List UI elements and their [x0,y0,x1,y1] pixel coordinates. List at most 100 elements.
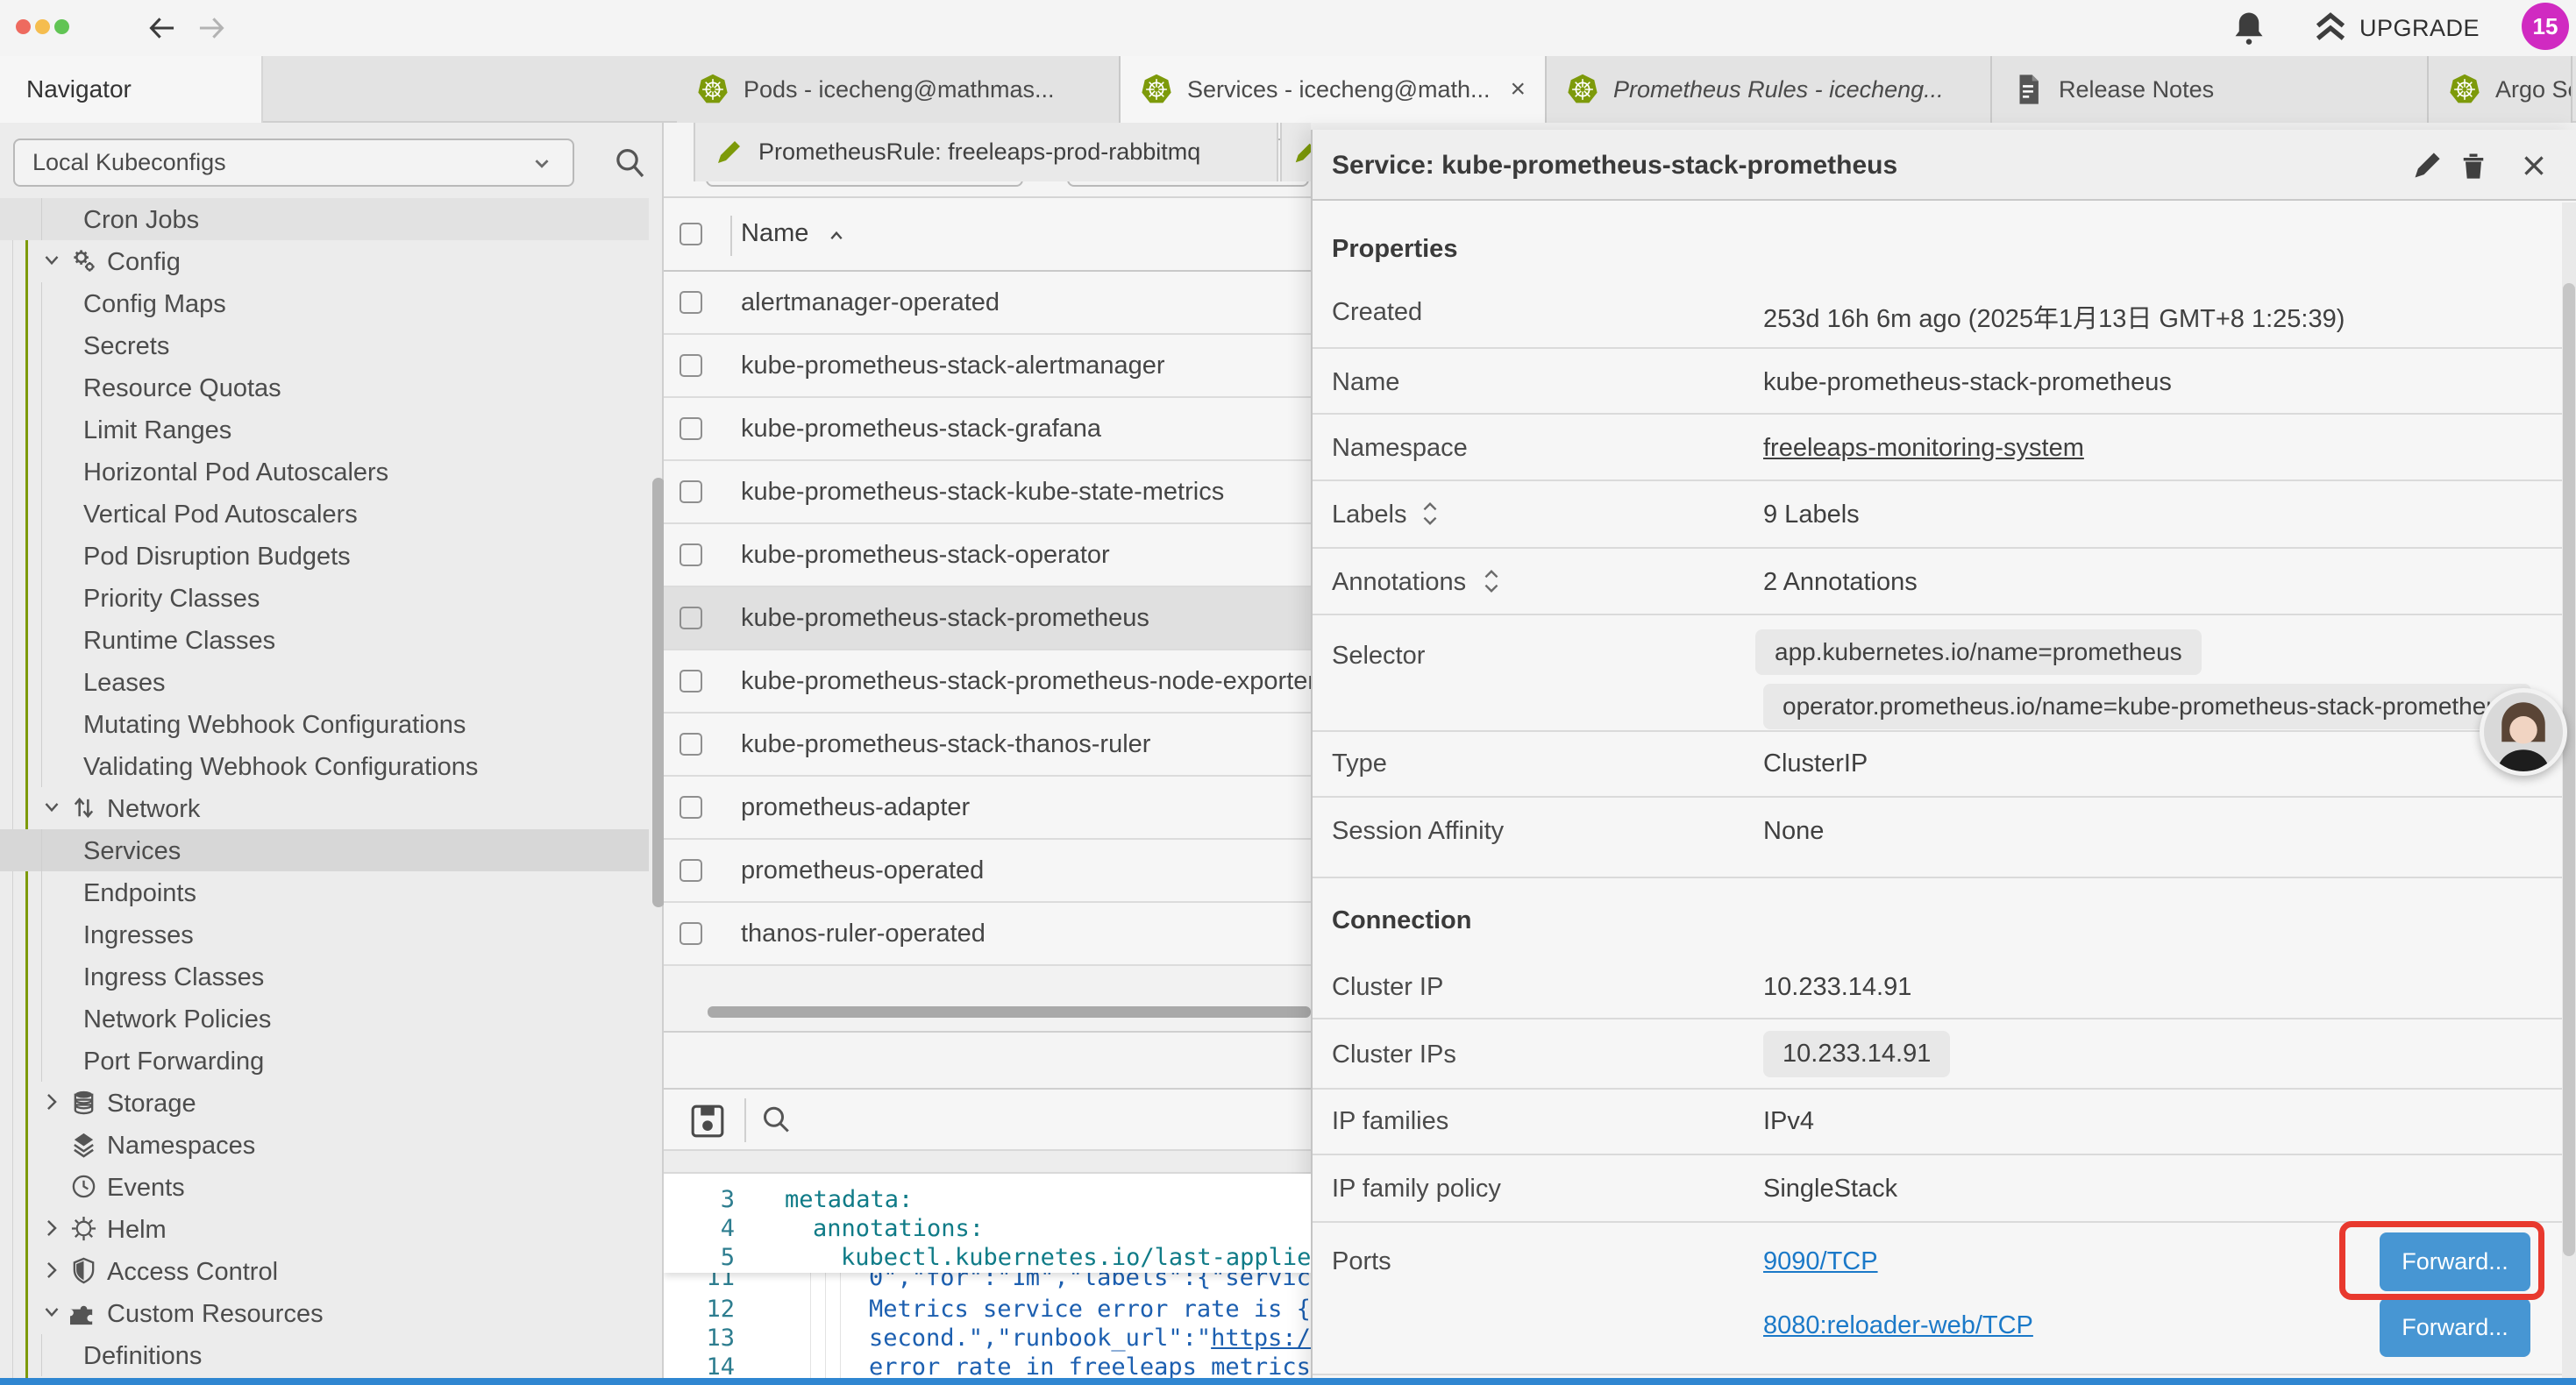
row-checkbox[interactable] [680,480,702,503]
name-column-header[interactable]: Name [741,219,808,248]
save-icon[interactable] [688,1102,727,1140]
sidebar-item-leases[interactable]: Leases [0,661,649,703]
sidebar-item-secrets[interactable]: Secrets [0,324,649,366]
sidebar-item-helm[interactable]: Helm [0,1208,649,1250]
sidebar-item-port-forwarding[interactable]: Port Forwarding [0,1040,649,1082]
namespace-link[interactable]: freeleaps-monitoring-system [1763,434,2084,463]
runbook-url-link[interactable]: https://net [1211,1325,1311,1352]
drawer-scrollbar-thumb[interactable] [2563,283,2575,1256]
sidebar-item-events[interactable]: Events [0,1166,649,1208]
tree-indent-guide [41,619,42,661]
sidebar-item-definitions[interactable]: Definitions [0,1334,649,1376]
sidebar-item-vertical-pod-autoscalers[interactable]: Vertical Pod Autoscalers [0,493,649,535]
forward-arrow-icon[interactable] [195,11,228,45]
table-row[interactable]: prometheus-adapter [664,777,1311,840]
tab-pods[interactable]: Pods - icecheng@mathmas... [677,56,1121,123]
row-checkbox[interactable] [680,733,702,756]
table-row[interactable]: kube-prometheus-stack-prometheus [664,587,1311,650]
table-row[interactable]: kube-prometheus-stack-operator [664,524,1311,587]
chevron-right-icon[interactable] [40,1259,63,1282]
sidebar-item-ingress-classes[interactable]: Ingress Classes [0,955,649,998]
chevron-right-icon[interactable] [40,1217,63,1239]
port-link[interactable]: 9090/TCP [1763,1247,1878,1276]
sidebar-item-resource-quotas[interactable]: Resource Quotas [0,366,649,408]
notification-badge[interactable]: 15 [2522,3,2569,50]
sidebar-item-label: Config Maps [83,290,226,319]
chevron-down-icon[interactable] [40,1301,63,1324]
table-row[interactable]: kube-prometheus-stack-thanos-ruler [664,714,1311,777]
row-checkbox[interactable] [680,670,702,692]
forward-button[interactable]: Forward... [2380,1298,2530,1357]
table-row[interactable]: thanos-ruler-operated [664,903,1311,966]
select-all-checkbox[interactable] [680,223,702,245]
sort-updown-icon[interactable] [1420,501,1441,527]
tab-services[interactable]: Services - icecheng@math...× [1121,56,1547,123]
sidebar-item-network[interactable]: Network [0,787,649,829]
sidebar-item-namespaces[interactable]: Namespaces [0,1124,649,1166]
sidebar-item-runtime-classes[interactable]: Runtime Classes [0,619,649,661]
row-checkbox[interactable] [680,922,702,945]
table-row[interactable]: kube-prometheus-stack-grafana [664,398,1311,461]
sidebar-item-config-maps[interactable]: Config Maps [0,282,649,324]
chevron-down-icon[interactable] [40,249,63,272]
sidebar-item-limit-ranges[interactable]: Limit Ranges [0,408,649,451]
search-icon[interactable] [758,1103,793,1138]
sidebar-item-priority-classes[interactable]: Priority Classes [0,577,649,619]
trash-icon[interactable] [2455,147,2492,184]
sidebar-item-network-policies[interactable]: Network Policies [0,998,649,1040]
row-checkbox[interactable] [680,417,702,440]
editor-tab-next[interactable] [1280,123,1311,181]
close-icon[interactable] [2516,147,2552,184]
sidebar-item-mutating-webhook-configurations[interactable]: Mutating Webhook Configurations [0,703,649,745]
labels-count[interactable]: 9 Labels [1763,501,1860,529]
chevron-down-icon[interactable] [40,796,63,819]
row-checkbox[interactable] [680,543,702,566]
tab-prometheus[interactable]: Prometheus Rules - icecheng... [1547,56,1992,123]
tab-argo[interactable]: Argo Se [2429,56,2572,123]
sidebar-item-config[interactable]: Config [0,240,649,282]
chevron-right-icon[interactable] [40,1090,63,1113]
sidebar-item-cron-jobs[interactable]: Cron Jobs [0,198,649,240]
tab-navigator[interactable]: Navigator [0,56,263,123]
row-checkbox[interactable] [680,607,702,629]
annotations-count[interactable]: 2 Annotations [1763,568,1918,597]
table-row[interactable]: kube-prometheus-stack-prometheus-node-ex… [664,650,1311,714]
sidebar-item-horizontal-pod-autoscalers[interactable]: Horizontal Pod Autoscalers [0,451,649,493]
close-icon[interactable]: × [1510,75,1526,104]
sidebar-item-endpoints[interactable]: Endpoints [0,871,649,913]
sidebar-item-ingresses[interactable]: Ingresses [0,913,649,955]
upgrade-label[interactable]: UPGRADE [2359,15,2480,42]
sidebar-scrollbar[interactable] [652,478,665,907]
sidebar-item-custom-resources[interactable]: Custom Resources [0,1292,649,1334]
avatar[interactable] [2480,688,2567,776]
sidebar-item-pod-disruption-budgets[interactable]: Pod Disruption Budgets [0,535,649,577]
back-arrow-icon[interactable] [146,11,179,45]
table-row[interactable]: alertmanager-operated [664,272,1311,335]
sidebar-item-services[interactable]: Services [0,829,649,871]
row-checkbox[interactable] [680,354,702,377]
drawer-scrollbar[interactable] [2562,202,2576,1385]
port-link[interactable]: 8080:reloader-web/TCP [1763,1311,2033,1340]
maximize-window-button[interactable] [54,19,69,34]
upgrade-group[interactable]: UPGRADE [2231,0,2480,56]
editor-tab-prometheusrule[interactable]: PrometheusRule: freeleaps-prod-rabbitmq [694,123,1278,181]
sidebar-item-access-control[interactable]: Access Control [0,1250,649,1292]
yaml-editor[interactable]: 110","for":"1m","labels":{"service":"fre… [664,1174,1311,1385]
minimize-window-button[interactable] [35,19,50,34]
table-row[interactable]: kube-prometheus-stack-alertmanager [664,335,1311,398]
horizontal-scrollbar[interactable] [708,1006,1311,1018]
ip-family-policy-value: SingleStack [1763,1175,1897,1204]
pencil-icon[interactable] [2409,147,2445,184]
sort-asc-icon[interactable] [825,224,848,247]
row-checkbox[interactable] [680,859,702,882]
sidebar-item-validating-webhook-configurations[interactable]: Validating Webhook Configurations [0,745,649,787]
bell-icon[interactable] [2231,9,2266,47]
row-checkbox[interactable] [680,291,702,314]
sidebar-item-storage[interactable]: Storage [0,1082,649,1124]
tab-release[interactable]: Release Notes [1992,56,2429,123]
close-window-button[interactable] [16,19,31,34]
table-row[interactable]: prometheus-operated [664,840,1311,903]
table-row[interactable]: kube-prometheus-stack-kube-state-metrics [664,461,1311,524]
sort-updown-icon[interactable] [1481,568,1502,594]
row-checkbox[interactable] [680,796,702,819]
